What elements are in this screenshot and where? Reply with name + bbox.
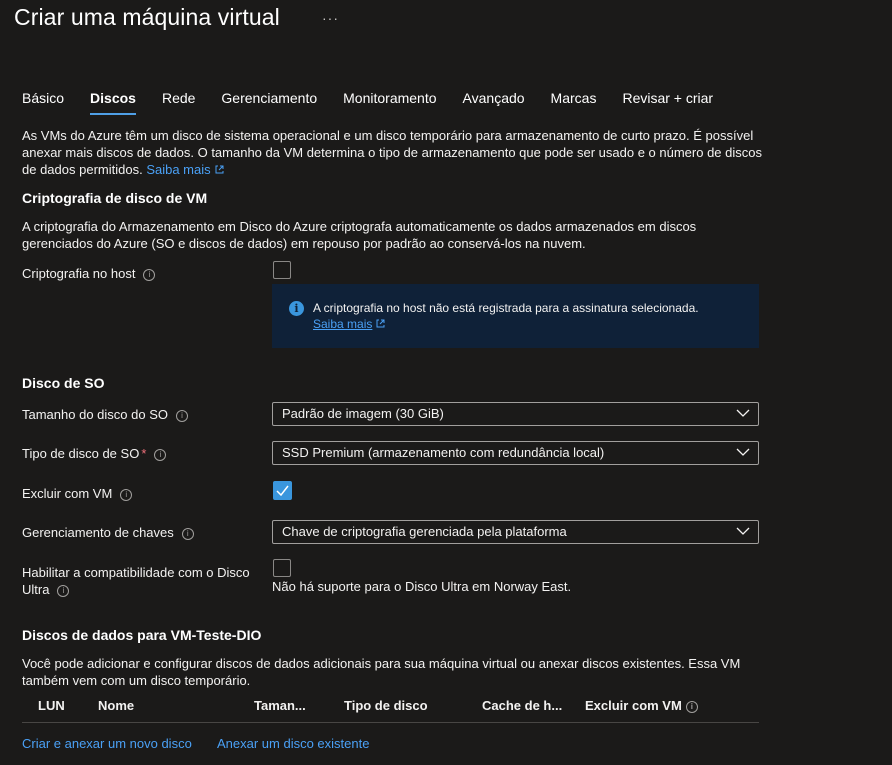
tab-basico[interactable]: Básico <box>22 90 64 106</box>
info-learn-more-link[interactable]: Saiba mais <box>313 317 385 331</box>
info-icon[interactable]: i <box>120 488 133 501</box>
more-options-button[interactable]: ··· <box>322 10 339 26</box>
encryption-description: A criptografia do Armazenamento em Disco… <box>22 219 697 251</box>
info-icon[interactable]: i <box>57 584 70 597</box>
ultra-disk-note: Não há suporte para o Disco Ultra em Nor… <box>272 579 572 594</box>
tab-marcas[interactable]: Marcas <box>551 90 597 106</box>
chevron-down-icon <box>736 445 750 462</box>
tab-discos[interactable]: Discos <box>90 90 136 115</box>
col-tamanho[interactable]: Taman... <box>254 698 306 713</box>
data-disks-heading: Discos de dados para VM-Teste-DIO <box>22 627 262 643</box>
ultra-disk-label: Habilitar a compatibilidade com o Disco … <box>22 565 250 597</box>
info-icon[interactable]: i <box>181 527 194 540</box>
os-disk-type-select[interactable]: SSD Premium (armazenamento com redundânc… <box>272 441 759 465</box>
checkmark-icon <box>276 485 289 496</box>
table-divider <box>22 722 759 723</box>
info-circle-icon: i <box>289 301 304 316</box>
os-disk-size-label: Tamanho do disco do SO i <box>22 407 188 422</box>
page-title: Criar uma máquina virtual <box>14 4 280 30</box>
info-icon[interactable]: i <box>685 700 698 713</box>
tab-revisar-criar[interactable]: Revisar + criar <box>622 90 713 106</box>
delete-with-vm-checkbox[interactable] <box>273 481 292 500</box>
external-link-icon <box>215 161 224 178</box>
external-link-icon <box>376 317 385 331</box>
host-encryption-checkbox[interactable] <box>273 261 291 279</box>
tab-rede[interactable]: Rede <box>162 90 195 106</box>
tab-gerenciamento[interactable]: Gerenciamento <box>221 90 317 106</box>
info-icon[interactable]: i <box>175 409 188 422</box>
info-banner: i A criptografia no host não está regist… <box>272 284 759 348</box>
info-icon[interactable]: i <box>143 268 156 281</box>
col-excluir-com-vm[interactable]: Excluir com VM i <box>585 698 698 713</box>
os-disk-size-select[interactable]: Padrão de imagem (30 GiB) <box>272 402 759 426</box>
col-nome[interactable]: Nome <box>98 698 134 713</box>
host-encryption-label: Criptografia no host i <box>22 266 156 281</box>
os-disk-type-label: Tipo de disco de SO * i <box>22 446 167 461</box>
key-management-label: Gerenciamento de chaves i <box>22 525 194 540</box>
delete-with-vm-label: Excluir com VM i <box>22 486 133 501</box>
learn-more-link[interactable]: Saiba mais <box>146 162 210 177</box>
tab-avancado[interactable]: Avançado <box>463 90 525 106</box>
create-attach-disk-link[interactable]: Criar e anexar um novo disco <box>22 736 192 751</box>
attach-existing-disk-link[interactable]: Anexar um disco existente <box>217 736 369 751</box>
encryption-heading: Criptografia de disco de VM <box>22 190 208 206</box>
ultra-disk-checkbox[interactable] <box>273 559 291 577</box>
intro-text: As VMs do Azure têm um disco de sistema … <box>22 128 762 178</box>
tab-monitoramento[interactable]: Monitoramento <box>343 90 436 106</box>
info-icon[interactable]: i <box>154 448 167 461</box>
col-cache[interactable]: Cache de h... <box>482 698 562 713</box>
chevron-down-icon <box>736 524 750 541</box>
col-lun[interactable]: LUN <box>38 698 65 713</box>
key-management-select[interactable]: Chave de criptografia gerenciada pela pl… <box>272 520 759 544</box>
chevron-down-icon <box>736 406 750 423</box>
os-disk-heading: Disco de SO <box>22 375 105 391</box>
data-disks-description: Você pode adicionar e configurar discos … <box>22 656 741 688</box>
col-tipo-disco[interactable]: Tipo de disco <box>344 698 428 713</box>
info-message: A criptografia no host não está registra… <box>313 301 699 315</box>
tab-bar: Básico Discos Rede Gerenciamento Monitor… <box>22 90 739 115</box>
